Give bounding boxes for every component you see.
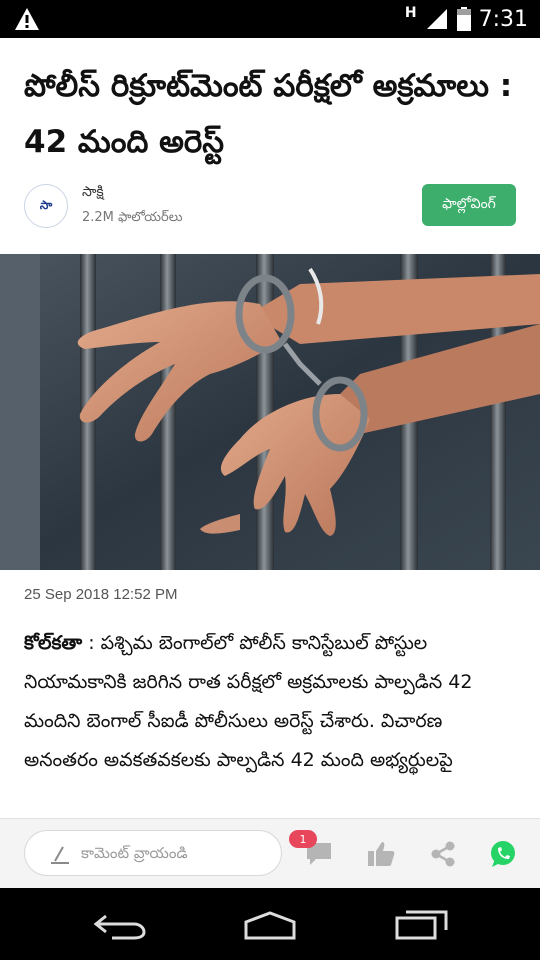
publisher-name[interactable]: సాక్షి <box>82 184 104 203</box>
like-icon[interactable] <box>366 839 396 869</box>
article-date: 25 Sep 2018 12:52 PM <box>24 586 178 603</box>
status-bar-right: H 7:31 <box>405 0 528 38</box>
pen-icon <box>51 846 69 864</box>
handcuffed-hands-image <box>0 254 540 570</box>
comment-bar: కామెంట్ వ్రాయండి 1 <box>0 818 540 888</box>
comment-placeholder: కామెంట్ వ్రాయండి <box>81 844 188 862</box>
article-title: పోలీస్ రిక్రూట్‌మెంట్ పరీక్షలో అక్రమాలు … <box>24 68 513 160</box>
status-bar: H 7:31 <box>0 0 540 38</box>
comment-input[interactable]: కామెంట్ వ్రాయండి <box>24 830 282 876</box>
article-body: కోల్‌కతా : పశ్చిమ బెంగాల్‌లో పోలీస్ కాని… <box>24 624 520 780</box>
article-hero-image <box>0 254 540 570</box>
publisher-row: సా సాక్షి 2.2M ఫాలోయర్‌లు ఫాల్లోవింగ్ <box>24 180 516 236</box>
battery-icon <box>456 7 471 31</box>
follow-button[interactable]: ఫాల్లోవింగ్ <box>422 184 516 226</box>
network-type-label: H <box>404 5 417 21</box>
back-icon[interactable] <box>92 910 148 940</box>
warning-icon <box>15 8 39 30</box>
publisher-logo[interactable]: సా <box>24 184 68 228</box>
share-icon[interactable] <box>428 839 458 869</box>
comment-count-badge: 1 <box>289 830 317 848</box>
publisher-followers: 2.2M ఫాలోయర్‌లు <box>82 210 183 225</box>
navigation-bar <box>0 888 540 960</box>
article-body-text: : పశ్చిమ బెంగాల్‌లో పోలీస్ కానిస్టేబుల్ … <box>24 632 473 771</box>
article-place: కోల్‌కతా <box>24 632 83 654</box>
clock: 7:31 <box>478 6 528 32</box>
home-icon[interactable] <box>242 910 298 940</box>
whatsapp-icon[interactable] <box>488 839 518 869</box>
signal-icon <box>426 9 447 29</box>
publisher-logo-text: సా <box>28 188 64 224</box>
recents-icon[interactable] <box>394 908 450 940</box>
